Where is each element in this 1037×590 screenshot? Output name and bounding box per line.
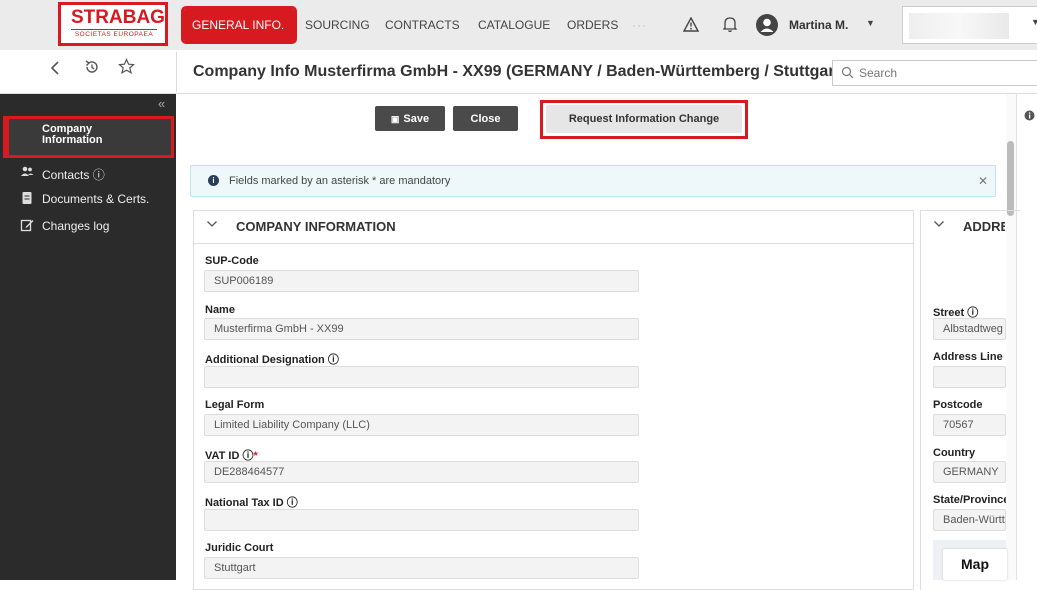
field-label-country: Country <box>933 447 976 459</box>
name-field[interactable]: Musterfirma GmbH - XX99 <box>204 318 639 340</box>
sidebar-item-documents[interactable]: Documents & Certs. <box>0 188 176 210</box>
chevron-down-icon[interactable]: ▼ <box>1031 17 1037 27</box>
sidebar-item-changes-log[interactable]: Changes log <box>0 215 176 237</box>
street-field[interactable]: Albstadtweg <box>933 318 1006 340</box>
favorite-star-icon[interactable] <box>117 58 136 80</box>
top-search-field[interactable]: ▼ <box>902 6 1037 44</box>
mandatory-fields-notice: i Fields marked by an asterisk * are man… <box>190 165 996 197</box>
strabag-logo[interactable]: STRABAG SOCIETAS EUROPAEA <box>58 2 168 46</box>
sidebar-item-label: Contacts ⓘ <box>42 168 105 182</box>
sidebar-item-label: Changes log <box>42 219 110 233</box>
blurred-content <box>909 13 1009 39</box>
field-label-postcode: Postcode <box>933 399 983 411</box>
notice-text: Fields marked by an asterisk * are manda… <box>229 175 451 187</box>
field-label-national-tax-id: National Tax ID ⓘ <box>205 497 298 509</box>
juridic-court-field[interactable]: Stuttgart <box>204 557 639 579</box>
nav-general-info[interactable]: GENERAL INFO. <box>181 6 297 44</box>
collapse-sidebar-icon[interactable]: « <box>158 96 165 111</box>
field-label-state: State/Province <box>933 494 1006 506</box>
sidebar-item-contacts[interactable]: Contacts ⓘ <box>0 162 176 184</box>
field-label-additional-designation: Additional Designation ⓘ <box>205 354 339 366</box>
warning-icon[interactable] <box>683 17 699 32</box>
map-button[interactable]: Map <box>943 549 1007 580</box>
nav-contracts[interactable]: CONTRACTS <box>385 9 460 41</box>
section-title: COMPANY INFORMATION <box>236 219 396 234</box>
scrollbar-thumb[interactable] <box>1007 141 1014 216</box>
additional-designation-field[interactable] <box>204 366 639 388</box>
user-name[interactable]: Martina M. <box>789 18 848 32</box>
company-information-panel <box>193 210 914 590</box>
edit-icon <box>20 219 34 232</box>
country-field[interactable]: GERMANY <box>933 461 1006 483</box>
info-icon: i <box>208 175 219 186</box>
field-label-juridic-court: Juridic Court <box>205 542 274 554</box>
logo-wordmark: STRABAG <box>71 7 165 28</box>
save-icon: ▣ <box>390 113 400 124</box>
nav-sourcing[interactable]: SOURCING <box>305 9 370 41</box>
search-icon <box>841 66 854 79</box>
search-input[interactable] <box>859 64 1029 82</box>
back-arrow-icon[interactable] <box>50 60 60 81</box>
divider <box>176 52 177 92</box>
document-icon <box>22 192 32 204</box>
nav-orders[interactable]: ORDERS <box>567 9 618 41</box>
info-icon <box>6 119 9 155</box>
users-icon <box>21 166 34 176</box>
sidebar-item-label: Documents & Certs. <box>42 192 150 206</box>
field-label-address-line: Address Line <box>933 351 1003 363</box>
chevron-down-icon[interactable] <box>206 219 218 231</box>
postcode-field[interactable]: 70567 <box>933 414 1006 436</box>
logo-subtitle: SOCIETAS EUROPAEA <box>71 29 157 38</box>
vat-id-field[interactable]: DE288464577 <box>204 461 639 483</box>
save-button[interactable]: ▣ Save <box>375 106 445 131</box>
history-icon[interactable] <box>83 58 101 80</box>
sup-code-field[interactable]: SUP006189 <box>204 270 639 292</box>
nav-more-button[interactable]: ··· <box>632 9 647 41</box>
legal-form-field[interactable]: Limited Liability Company (LLC) <box>204 414 639 436</box>
state-field[interactable]: Baden-Württemberg <box>933 509 1006 531</box>
close-icon[interactable]: ✕ <box>978 174 988 188</box>
address-line-field[interactable] <box>933 366 1006 388</box>
section-title: ADDRESS <box>963 219 1005 234</box>
national-tax-id-field[interactable] <box>204 509 639 531</box>
user-avatar-icon[interactable] <box>756 14 778 36</box>
page-title: Company Info Musterfirma GmbH - XX99 (GE… <box>193 63 846 80</box>
field-label-sup-code: SUP-Code <box>205 255 259 267</box>
field-label-name: Name <box>205 304 235 316</box>
sidebar-item-label: Company Information <box>42 123 103 146</box>
search-field[interactable] <box>832 60 1037 86</box>
chevron-down-icon[interactable] <box>933 219 945 231</box>
request-information-change-button[interactable]: Request Information Change <box>546 105 742 133</box>
user-menu-caret-icon[interactable]: ▼ <box>866 18 875 28</box>
field-label-legal-form: Legal Form <box>205 399 265 411</box>
nav-catalogue[interactable]: CATALOGUE <box>478 9 550 41</box>
close-button[interactable]: Close <box>453 106 518 131</box>
info-icon[interactable] <box>1024 110 1035 124</box>
bell-icon[interactable] <box>723 16 737 33</box>
save-label: Save <box>403 112 430 125</box>
